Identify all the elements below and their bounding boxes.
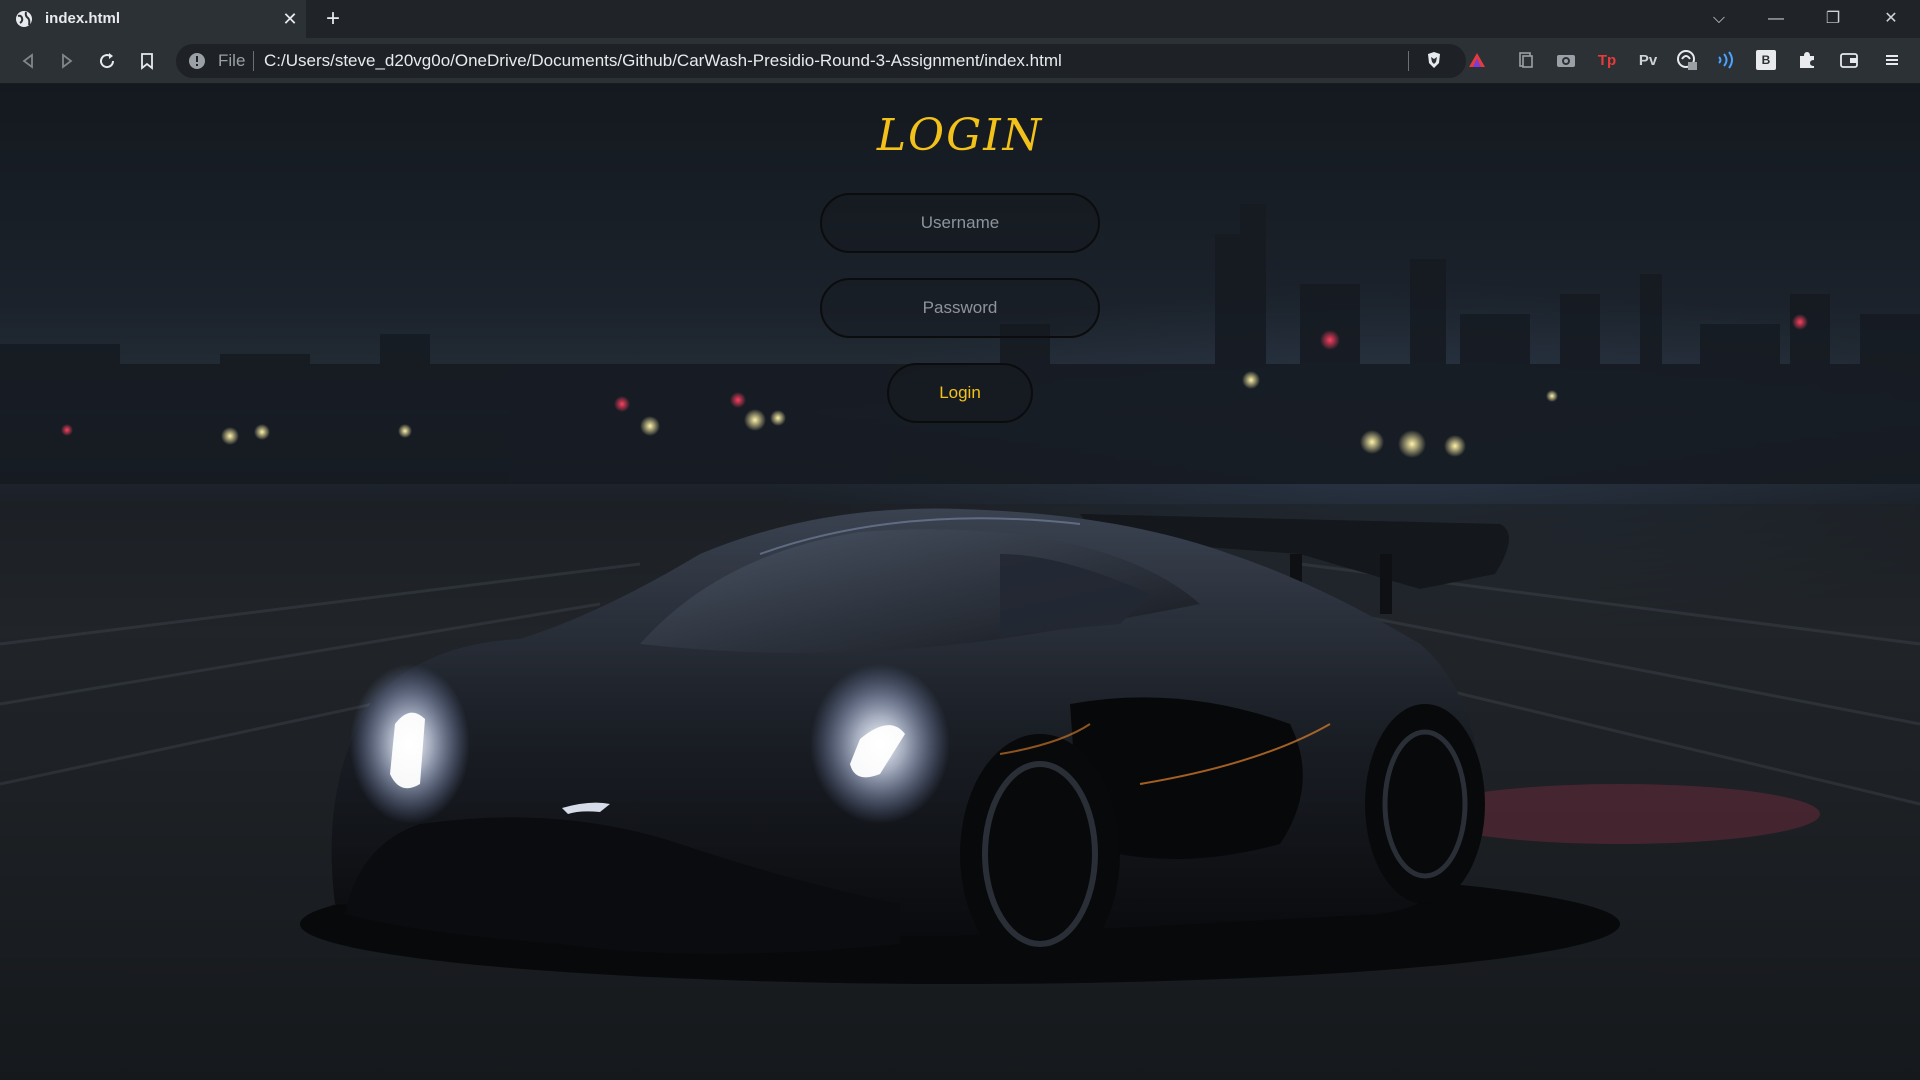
browser-menu-icon[interactable] xyxy=(1881,49,1903,71)
url-divider xyxy=(253,51,254,71)
read-aloud-icon[interactable] xyxy=(1715,49,1737,71)
forward-button[interactable] xyxy=(55,49,79,73)
username-input[interactable] xyxy=(820,193,1100,253)
forward-arrow-icon xyxy=(62,53,73,69)
restore-button[interactable]: ❐ xyxy=(1820,6,1846,32)
globe-icon xyxy=(16,11,32,27)
info-icon[interactable] xyxy=(188,52,206,70)
close-window-button[interactable]: ✕ xyxy=(1878,6,1904,32)
login-page: LOGIN Login xyxy=(0,84,1920,1080)
tab-search-icon[interactable]: ⌵ xyxy=(1706,6,1732,32)
brave-rewards-icon[interactable] xyxy=(1466,49,1488,71)
reload-icon xyxy=(100,53,115,69)
bookmark-icon xyxy=(141,53,153,70)
back-button[interactable] xyxy=(16,49,40,73)
url-scheme-label: File xyxy=(218,51,246,70)
new-tab-button[interactable]: + xyxy=(320,6,346,32)
reader-mode-icon[interactable] xyxy=(1515,49,1537,71)
pv-extension-icon[interactable]: Pv xyxy=(1635,49,1661,71)
extensions-puzzle-icon[interactable] xyxy=(1796,49,1818,71)
brave-shield-icon[interactable] xyxy=(1423,49,1445,71)
tab-close-icon[interactable]: ✕ xyxy=(280,9,300,29)
login-title: LOGIN xyxy=(876,110,1044,161)
address-bar[interactable]: File C:/Users/steve_d20vg0o/OneDrive/Doc… xyxy=(176,44,1466,78)
url-end-divider xyxy=(1408,51,1409,71)
back-arrow-icon xyxy=(22,53,33,69)
login-button[interactable]: Login xyxy=(887,363,1033,423)
minimize-button[interactable]: — xyxy=(1763,6,1789,32)
screenshot-camera-icon[interactable] xyxy=(1555,49,1577,71)
password-input[interactable] xyxy=(820,278,1100,338)
tab-title: index.html xyxy=(45,10,121,27)
wallet-icon[interactable] xyxy=(1838,49,1860,71)
privacy-badger-icon[interactable] xyxy=(1676,49,1698,71)
tab-index-html[interactable]: index.html ✕ xyxy=(0,0,306,38)
tp-extension-icon[interactable]: Tp xyxy=(1596,49,1618,71)
browser-toolbar: File C:/Users/steve_d20vg0o/OneDrive/Doc… xyxy=(0,38,1920,84)
b-extension-icon[interactable]: B xyxy=(1756,50,1776,70)
tab-strip: index.html ✕ + ⌵ — ❐ ✕ xyxy=(0,0,1920,38)
reload-button[interactable] xyxy=(95,49,119,73)
url-text[interactable]: C:/Users/steve_d20vg0o/OneDrive/Document… xyxy=(264,52,1062,70)
bookmark-button[interactable] xyxy=(135,49,159,73)
